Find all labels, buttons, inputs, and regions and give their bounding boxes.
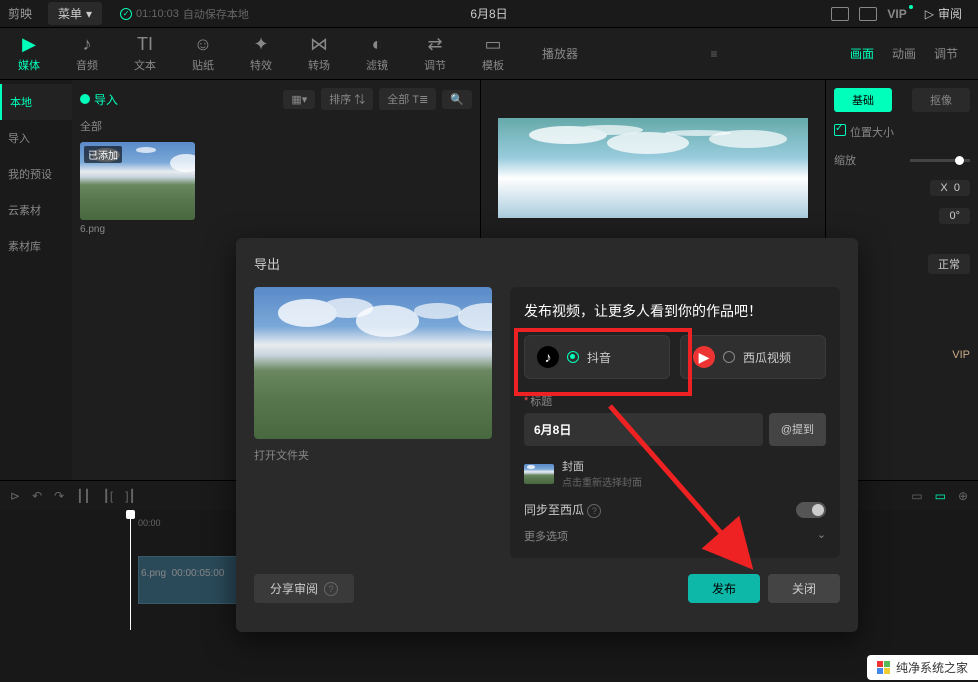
more-options[interactable]: 更多选项⌄ xyxy=(524,528,826,544)
radio-xigua xyxy=(723,351,735,363)
media-name: 6.png xyxy=(80,224,472,235)
watermark-icon xyxy=(877,661,890,674)
timeline-tool-2[interactable]: ▭ xyxy=(935,489,946,503)
filter-all-button[interactable]: 全部 T≣ xyxy=(379,88,436,110)
layout-icon-2[interactable] xyxy=(859,7,877,21)
layout-icon-1[interactable] xyxy=(831,7,849,21)
split-button[interactable]: ┃┃ xyxy=(76,489,90,503)
cut-left-button[interactable]: ┃[ xyxy=(103,489,114,503)
chevron-down-icon: ▾ xyxy=(86,7,92,21)
title-input[interactable]: 6月8日 xyxy=(524,413,763,446)
radio-douyin xyxy=(567,351,579,363)
check-icon: ✓ xyxy=(120,8,132,20)
props-tab-basic[interactable]: 基础 xyxy=(834,88,892,112)
effects-icon: ✦ xyxy=(253,35,268,55)
share-review-button[interactable]: 分享审阅? xyxy=(254,574,354,603)
tab-picture[interactable]: 画面 xyxy=(850,41,874,66)
blend-mode[interactable]: 正常 xyxy=(928,254,970,274)
menu-button[interactable]: 菜单▾ xyxy=(48,2,102,25)
tool-template[interactable]: ▭模板 xyxy=(464,35,522,73)
tool-effects[interactable]: ✦特效 xyxy=(232,35,290,73)
import-button[interactable]: 导入 xyxy=(80,91,118,108)
props-tab-mask[interactable]: 抠像 xyxy=(912,88,970,112)
sort-button[interactable]: 排序 ⇅ xyxy=(321,88,373,110)
tool-audio[interactable]: ♪音频 xyxy=(58,35,116,73)
undo-button[interactable]: ↶ xyxy=(32,489,42,503)
nav-library[interactable]: 素材库 xyxy=(0,228,72,264)
filter-icon: ◐ xyxy=(372,35,383,55)
cover-hint[interactable]: 点击重新选择封面 xyxy=(562,474,642,489)
tool-media[interactable]: ▶媒体 xyxy=(0,35,58,73)
topbar: 剪映 菜单▾ ✓ 01:10:03 自动保存本地 6月8日 VIP ▷审阅 xyxy=(0,0,978,28)
brand: 剪映 xyxy=(8,5,38,22)
timeline-tool-3[interactable]: ⊕ xyxy=(958,489,968,503)
collapse-icon[interactable]: ⊳ xyxy=(10,489,20,503)
scale-slider[interactable] xyxy=(910,159,970,162)
redo-button[interactable]: ↷ xyxy=(54,489,64,503)
left-nav: 本地 导入 我的预设 云素材 素材库 xyxy=(0,80,72,480)
checkbox-pos[interactable] xyxy=(834,124,846,136)
review-button[interactable]: ▷审阅 xyxy=(917,3,970,24)
cut-right-button[interactable]: ]┃ xyxy=(125,489,136,503)
tool-transition[interactable]: ⋈转场 xyxy=(290,35,348,73)
tab-animation[interactable]: 动画 xyxy=(892,41,916,66)
timeline-tool-1[interactable]: ▭ xyxy=(911,489,922,503)
export-preview xyxy=(254,287,492,439)
platform-xigua[interactable]: ▶ 西瓜视频 xyxy=(680,335,826,379)
added-badge: 已添加 xyxy=(84,146,122,163)
right-tabs: 画面 动画 调节 xyxy=(850,41,978,66)
project-title: 6月8日 xyxy=(470,5,507,22)
player-preview xyxy=(498,118,808,218)
tool-sticker[interactable]: ☺贴纸 xyxy=(174,35,232,73)
title-label: 标题 xyxy=(524,393,826,409)
douyin-icon: ♪ xyxy=(537,346,559,368)
transition-icon: ⋈ xyxy=(310,35,328,55)
media-icon: ▶ xyxy=(22,35,36,55)
playhead[interactable] xyxy=(130,510,131,630)
player-label: 播放器 xyxy=(542,45,578,62)
close-button[interactable]: 关闭 xyxy=(768,574,840,603)
tool-adjust[interactable]: ⇄调节 xyxy=(406,35,464,73)
toolbar: ▶媒体 ♪音频 TI文本 ☺贴纸 ✦特效 ⋈转场 ◐滤镜 ⇄调节 ▭模板 播放器… xyxy=(0,28,978,80)
at-mention-button[interactable]: @提到 xyxy=(769,413,826,446)
modal-title: 导出 xyxy=(254,254,840,273)
publish-heading: 发布视频，让更多人看到你的作品吧！ xyxy=(524,301,826,321)
vip-tag: VIP xyxy=(952,349,970,361)
sync-toggle[interactable] xyxy=(796,502,826,518)
nav-import[interactable]: 导入 xyxy=(0,120,72,156)
vip-badge[interactable]: VIP xyxy=(887,7,906,21)
nav-cloud[interactable]: 云素材 xyxy=(0,192,72,228)
xigua-icon: ▶ xyxy=(693,346,715,368)
tool-text[interactable]: TI文本 xyxy=(116,35,174,73)
sticker-icon: ☺ xyxy=(194,35,212,55)
cover-thumbnail[interactable] xyxy=(524,464,554,484)
all-label: 全部 xyxy=(80,118,472,134)
cover-label: 封面 xyxy=(562,458,642,474)
help-icon[interactable]: ? xyxy=(587,504,601,518)
chevron-down-icon: ⌄ xyxy=(817,528,826,544)
play-icon: ▷ xyxy=(925,7,934,21)
help-icon[interactable]: ? xyxy=(324,582,338,596)
x-input[interactable]: X 0 xyxy=(930,180,970,196)
media-item[interactable]: 已添加 6.png xyxy=(80,142,472,235)
adjust-icon: ⇄ xyxy=(427,35,442,55)
rotation-input[interactable]: 0° xyxy=(939,208,970,224)
tool-filter[interactable]: ◐滤镜 xyxy=(348,35,406,73)
open-folder-link[interactable]: 打开文件夹 xyxy=(254,447,492,463)
platform-douyin[interactable]: ♪ 抖音 xyxy=(524,335,670,379)
watermark: 纯净系统之家 xyxy=(867,655,978,680)
text-icon: TI xyxy=(137,35,153,55)
nav-local[interactable]: 本地 xyxy=(0,84,72,120)
tab-adjust[interactable]: 调节 xyxy=(934,41,958,66)
template-icon: ▭ xyxy=(484,35,501,55)
player-menu-icon[interactable]: ≡ xyxy=(710,47,717,61)
autosave-status: ✓ 01:10:03 自动保存本地 xyxy=(120,6,249,22)
nav-presets[interactable]: 我的预设 xyxy=(0,156,72,192)
export-modal: 导出 打开文件夹 发布视频，让更多人看到你的作品吧！ ♪ 抖音 ▶ 西瓜视频 标… xyxy=(236,238,858,632)
view-grid-button[interactable]: ▦▾ xyxy=(283,90,315,109)
audio-icon: ♪ xyxy=(83,35,92,55)
publish-button[interactable]: 发布 xyxy=(688,574,760,603)
search-button[interactable]: 🔍 xyxy=(442,90,472,109)
